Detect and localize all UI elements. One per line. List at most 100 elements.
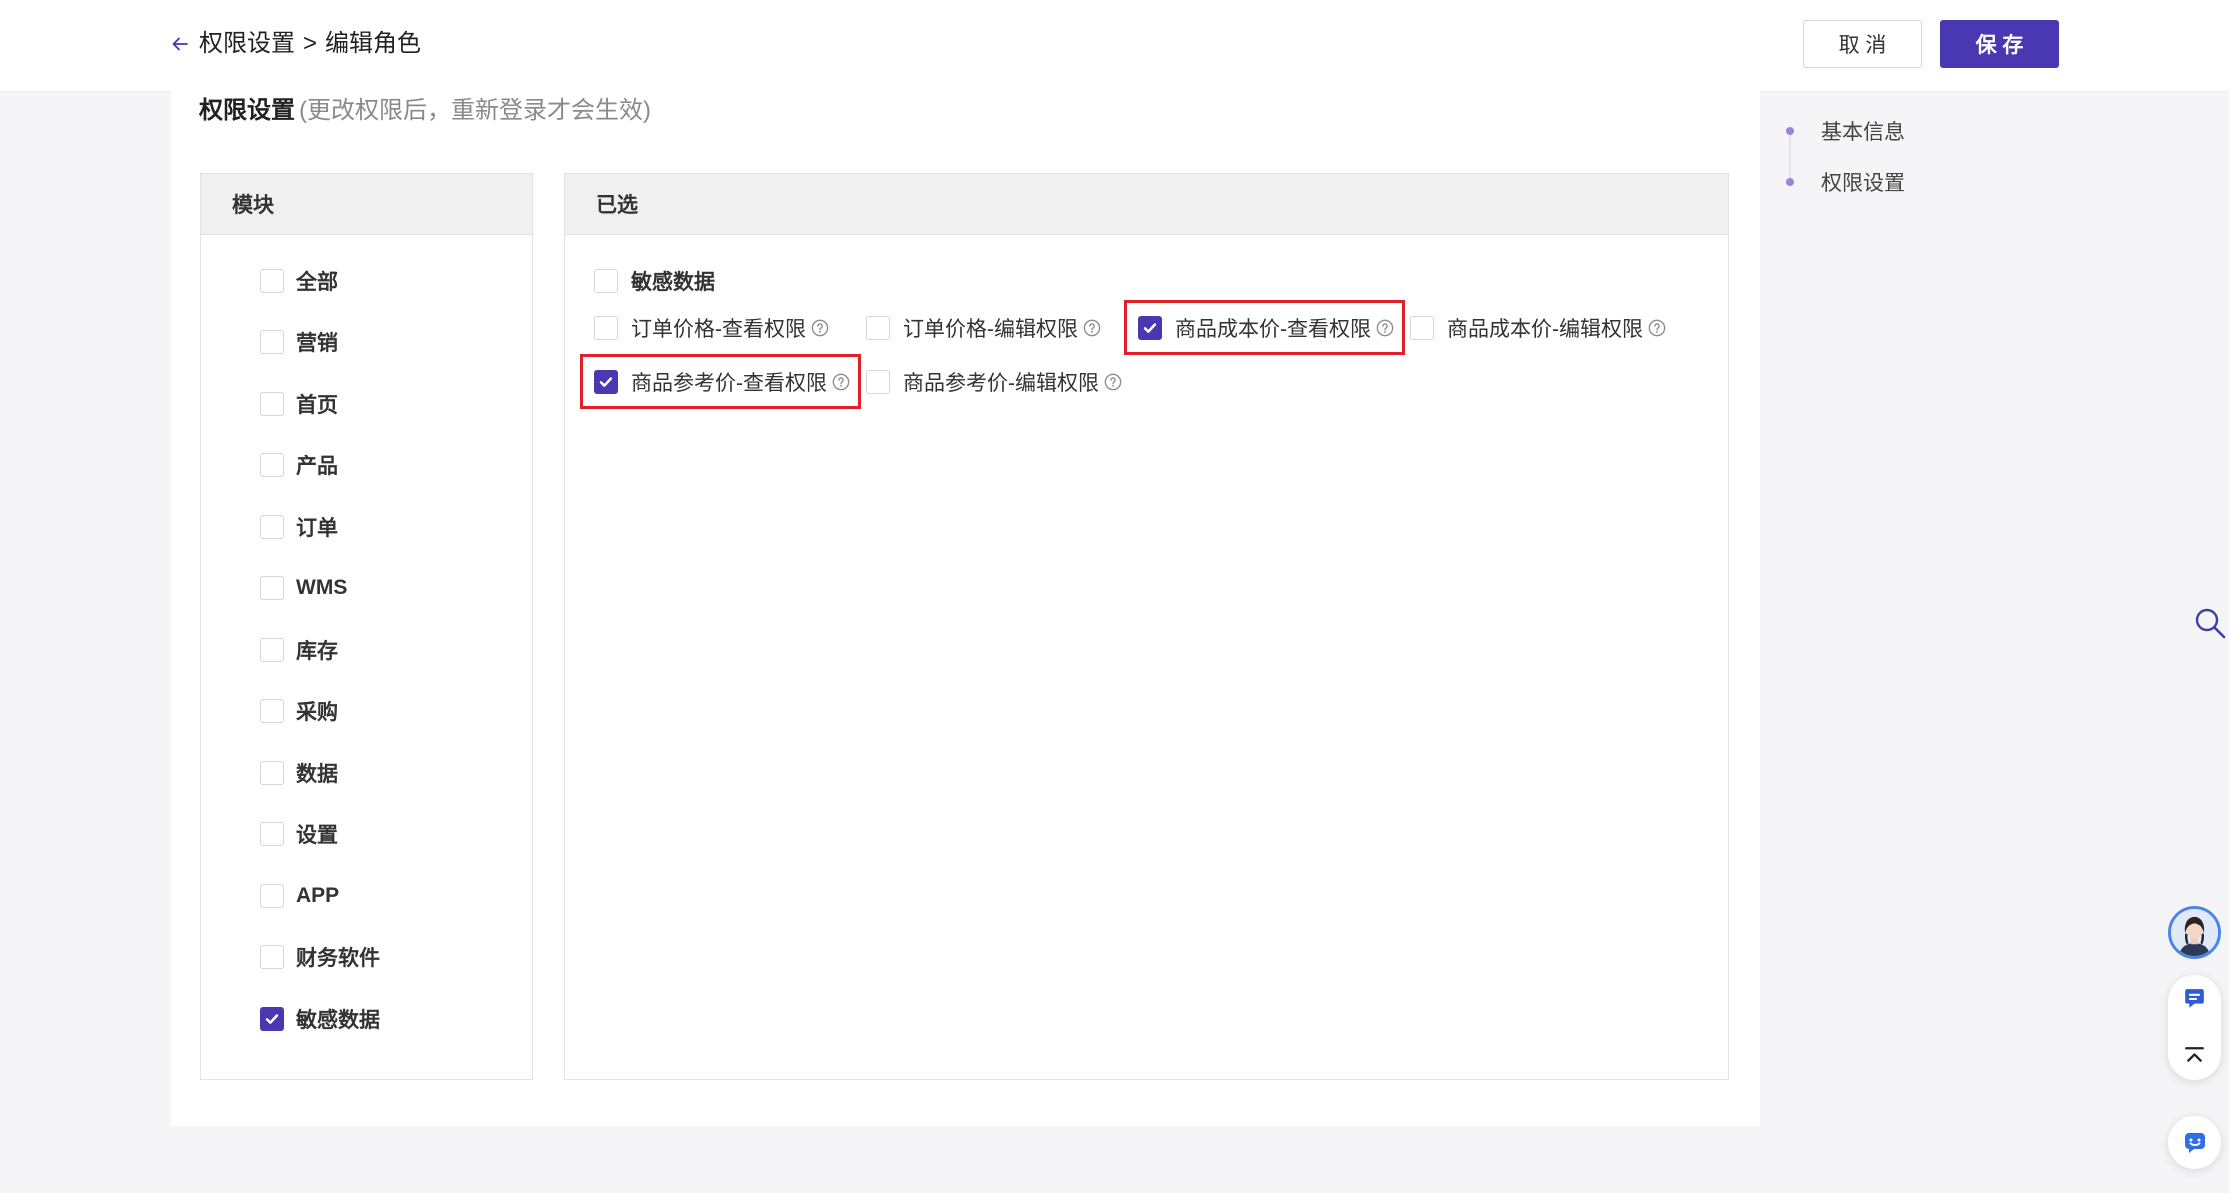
group-label: 敏感数据 xyxy=(631,271,715,294)
floating-tool-bar xyxy=(2168,975,2221,1080)
module-label: 首页 xyxy=(296,393,338,417)
module-list: 全部 营销 首页 产品 订单 WMS 库存 采购 数据 设置 APP 财务软件 … xyxy=(201,235,532,1050)
module-label: WMS xyxy=(296,576,348,600)
help-icon[interactable] xyxy=(832,373,850,391)
cancel-button[interactable]: 取 消 xyxy=(1803,20,1922,68)
permission-product-reference-view[interactable]: 商品参考价-查看权限 xyxy=(580,354,866,409)
module-label: 库存 xyxy=(296,639,338,663)
breadcrumb-parent[interactable]: 权限设置 xyxy=(199,26,295,62)
help-icon[interactable] xyxy=(811,319,829,337)
permission-settings-card: 权限设置 (更改权限后，重新登录才会生效) 模块 全部 营销 首页 产品 订单 … xyxy=(171,91,1760,1126)
back-button[interactable]: 权限设置 > 编辑角色 xyxy=(170,26,421,62)
help-icon[interactable] xyxy=(1104,373,1122,391)
permission-checkbox[interactable] xyxy=(1410,316,1434,340)
help-icon[interactable] xyxy=(1376,319,1394,337)
permission-checkbox[interactable] xyxy=(1138,316,1162,340)
arrow-left-icon xyxy=(172,37,188,51)
permission-checkbox[interactable] xyxy=(594,370,618,394)
module-item-marketing[interactable]: 营销 xyxy=(201,312,532,374)
module-checkbox[interactable] xyxy=(260,330,284,355)
chat-icon[interactable] xyxy=(2180,985,2209,1014)
module-label: 采购 xyxy=(296,701,338,725)
anchor-dot xyxy=(1786,178,1794,186)
module-item-inventory[interactable]: 库存 xyxy=(201,619,532,681)
smile-bot-icon xyxy=(2184,1132,2205,1153)
back-to-top-icon[interactable] xyxy=(2180,1041,2209,1070)
check-icon xyxy=(599,377,613,387)
module-checkbox[interactable] xyxy=(260,514,284,539)
module-item-app[interactable]: APP xyxy=(201,865,532,927)
module-label: 产品 xyxy=(296,455,338,479)
module-checkbox[interactable] xyxy=(260,699,284,724)
selected-body: 敏感数据 订单价格-查看权限 订单价格-编辑权限 商品成本价-查看权限 商品成本… xyxy=(565,235,1728,409)
module-label: 全部 xyxy=(296,270,338,294)
module-checkbox[interactable] xyxy=(260,576,284,601)
anchor-item-permission-settings[interactable]: 权限设置 xyxy=(1780,164,1905,200)
module-item-home[interactable]: 首页 xyxy=(201,373,532,435)
module-item-sensitive-data[interactable]: 敏感数据 xyxy=(201,988,532,1050)
module-label: 营销 xyxy=(296,332,338,356)
help-icon[interactable] xyxy=(1083,319,1101,337)
permission-label: 商品参考价-查看权限 xyxy=(631,372,827,395)
module-checkbox[interactable] xyxy=(260,268,284,293)
help-icon[interactable] xyxy=(1648,319,1666,337)
check-icon xyxy=(265,1014,279,1024)
module-label: 财务软件 xyxy=(296,947,380,971)
group-checkbox[interactable] xyxy=(594,269,618,293)
module-label: 设置 xyxy=(296,824,338,848)
module-checkbox[interactable] xyxy=(260,945,284,970)
module-panel: 模块 全部 营销 首页 产品 订单 WMS 库存 采购 数据 设置 APP 财务… xyxy=(200,173,533,1080)
anchor-nav: 基本信息 权限设置 xyxy=(1780,113,1980,203)
selected-panel: 已选 敏感数据 订单价格-查看权限 订单价格-编辑权限 商品成本价-查看权限 商… xyxy=(564,173,1729,1080)
top-header: 权限设置 > 编辑角色 取 消 保 存 xyxy=(0,0,2229,91)
customer-service-avatar[interactable] xyxy=(2168,906,2221,959)
module-label: APP xyxy=(296,883,340,907)
permission-label: 商品参考价-编辑权限 xyxy=(903,372,1099,395)
module-checkbox[interactable] xyxy=(260,637,284,662)
anchor-dot xyxy=(1786,127,1794,135)
group-sensitive-data[interactable]: 敏感数据 xyxy=(594,261,1728,301)
save-button[interactable]: 保 存 xyxy=(1940,20,2059,68)
section-hint: (更改权限后，重新登录才会生效) xyxy=(299,97,651,124)
permission-list: 订单价格-查看权限 订单价格-编辑权限 商品成本价-查看权限 商品成本价-编辑权… xyxy=(580,300,1694,409)
permission-checkbox[interactable] xyxy=(594,316,618,340)
breadcrumb-separator: > xyxy=(303,30,318,57)
anchor-label: 权限设置 xyxy=(1821,172,1905,195)
module-label: 数据 xyxy=(296,762,338,786)
module-checkbox[interactable] xyxy=(260,760,284,785)
permission-product-reference-edit[interactable]: 商品参考价-编辑权限 xyxy=(866,355,1138,409)
module-item-purchase[interactable]: 采购 xyxy=(201,681,532,743)
permission-checkbox[interactable] xyxy=(866,316,890,340)
anchor-item-basic-info[interactable]: 基本信息 xyxy=(1780,113,1905,149)
breadcrumb: 权限设置 > 编辑角色 xyxy=(199,26,421,62)
module-item-order[interactable]: 订单 xyxy=(201,496,532,558)
permission-product-cost-view[interactable]: 商品成本价-查看权限 xyxy=(1124,300,1410,355)
module-checkbox[interactable] xyxy=(260,1006,284,1031)
module-item-settings[interactable]: 设置 xyxy=(201,804,532,866)
section-title-text: 权限设置 xyxy=(199,97,295,124)
avatar-icon xyxy=(2171,909,2218,956)
module-item-all[interactable]: 全部 xyxy=(201,250,532,312)
permission-order-price-edit[interactable]: 订单价格-编辑权限 xyxy=(866,301,1138,355)
module-item-finance-software[interactable]: 财务软件 xyxy=(201,927,532,989)
module-checkbox[interactable] xyxy=(260,883,284,908)
permission-product-cost-edit[interactable]: 商品成本价-编辑权限 xyxy=(1410,301,1682,355)
module-item-data[interactable]: 数据 xyxy=(201,742,532,804)
module-checkbox[interactable] xyxy=(260,822,284,847)
module-item-wms[interactable]: WMS xyxy=(201,558,532,620)
assistant-button[interactable] xyxy=(2168,1116,2221,1169)
permission-order-price-view[interactable]: 订单价格-查看权限 xyxy=(594,301,866,355)
module-item-product[interactable]: 产品 xyxy=(201,435,532,497)
module-checkbox[interactable] xyxy=(260,453,284,478)
permission-checkbox[interactable] xyxy=(866,370,890,394)
module-label: 订单 xyxy=(296,516,338,540)
permission-label: 商品成本价-查看权限 xyxy=(1175,318,1371,341)
breadcrumb-current: 编辑角色 xyxy=(325,30,422,57)
search-icon[interactable] xyxy=(2193,606,2227,640)
permission-label: 订单价格-查看权限 xyxy=(631,318,806,341)
anchor-label: 基本信息 xyxy=(1821,121,1905,144)
module-label: 敏感数据 xyxy=(296,1008,380,1032)
selected-panel-header: 已选 xyxy=(565,174,1728,235)
module-checkbox[interactable] xyxy=(260,391,284,416)
permission-label: 订单价格-编辑权限 xyxy=(903,318,1078,341)
